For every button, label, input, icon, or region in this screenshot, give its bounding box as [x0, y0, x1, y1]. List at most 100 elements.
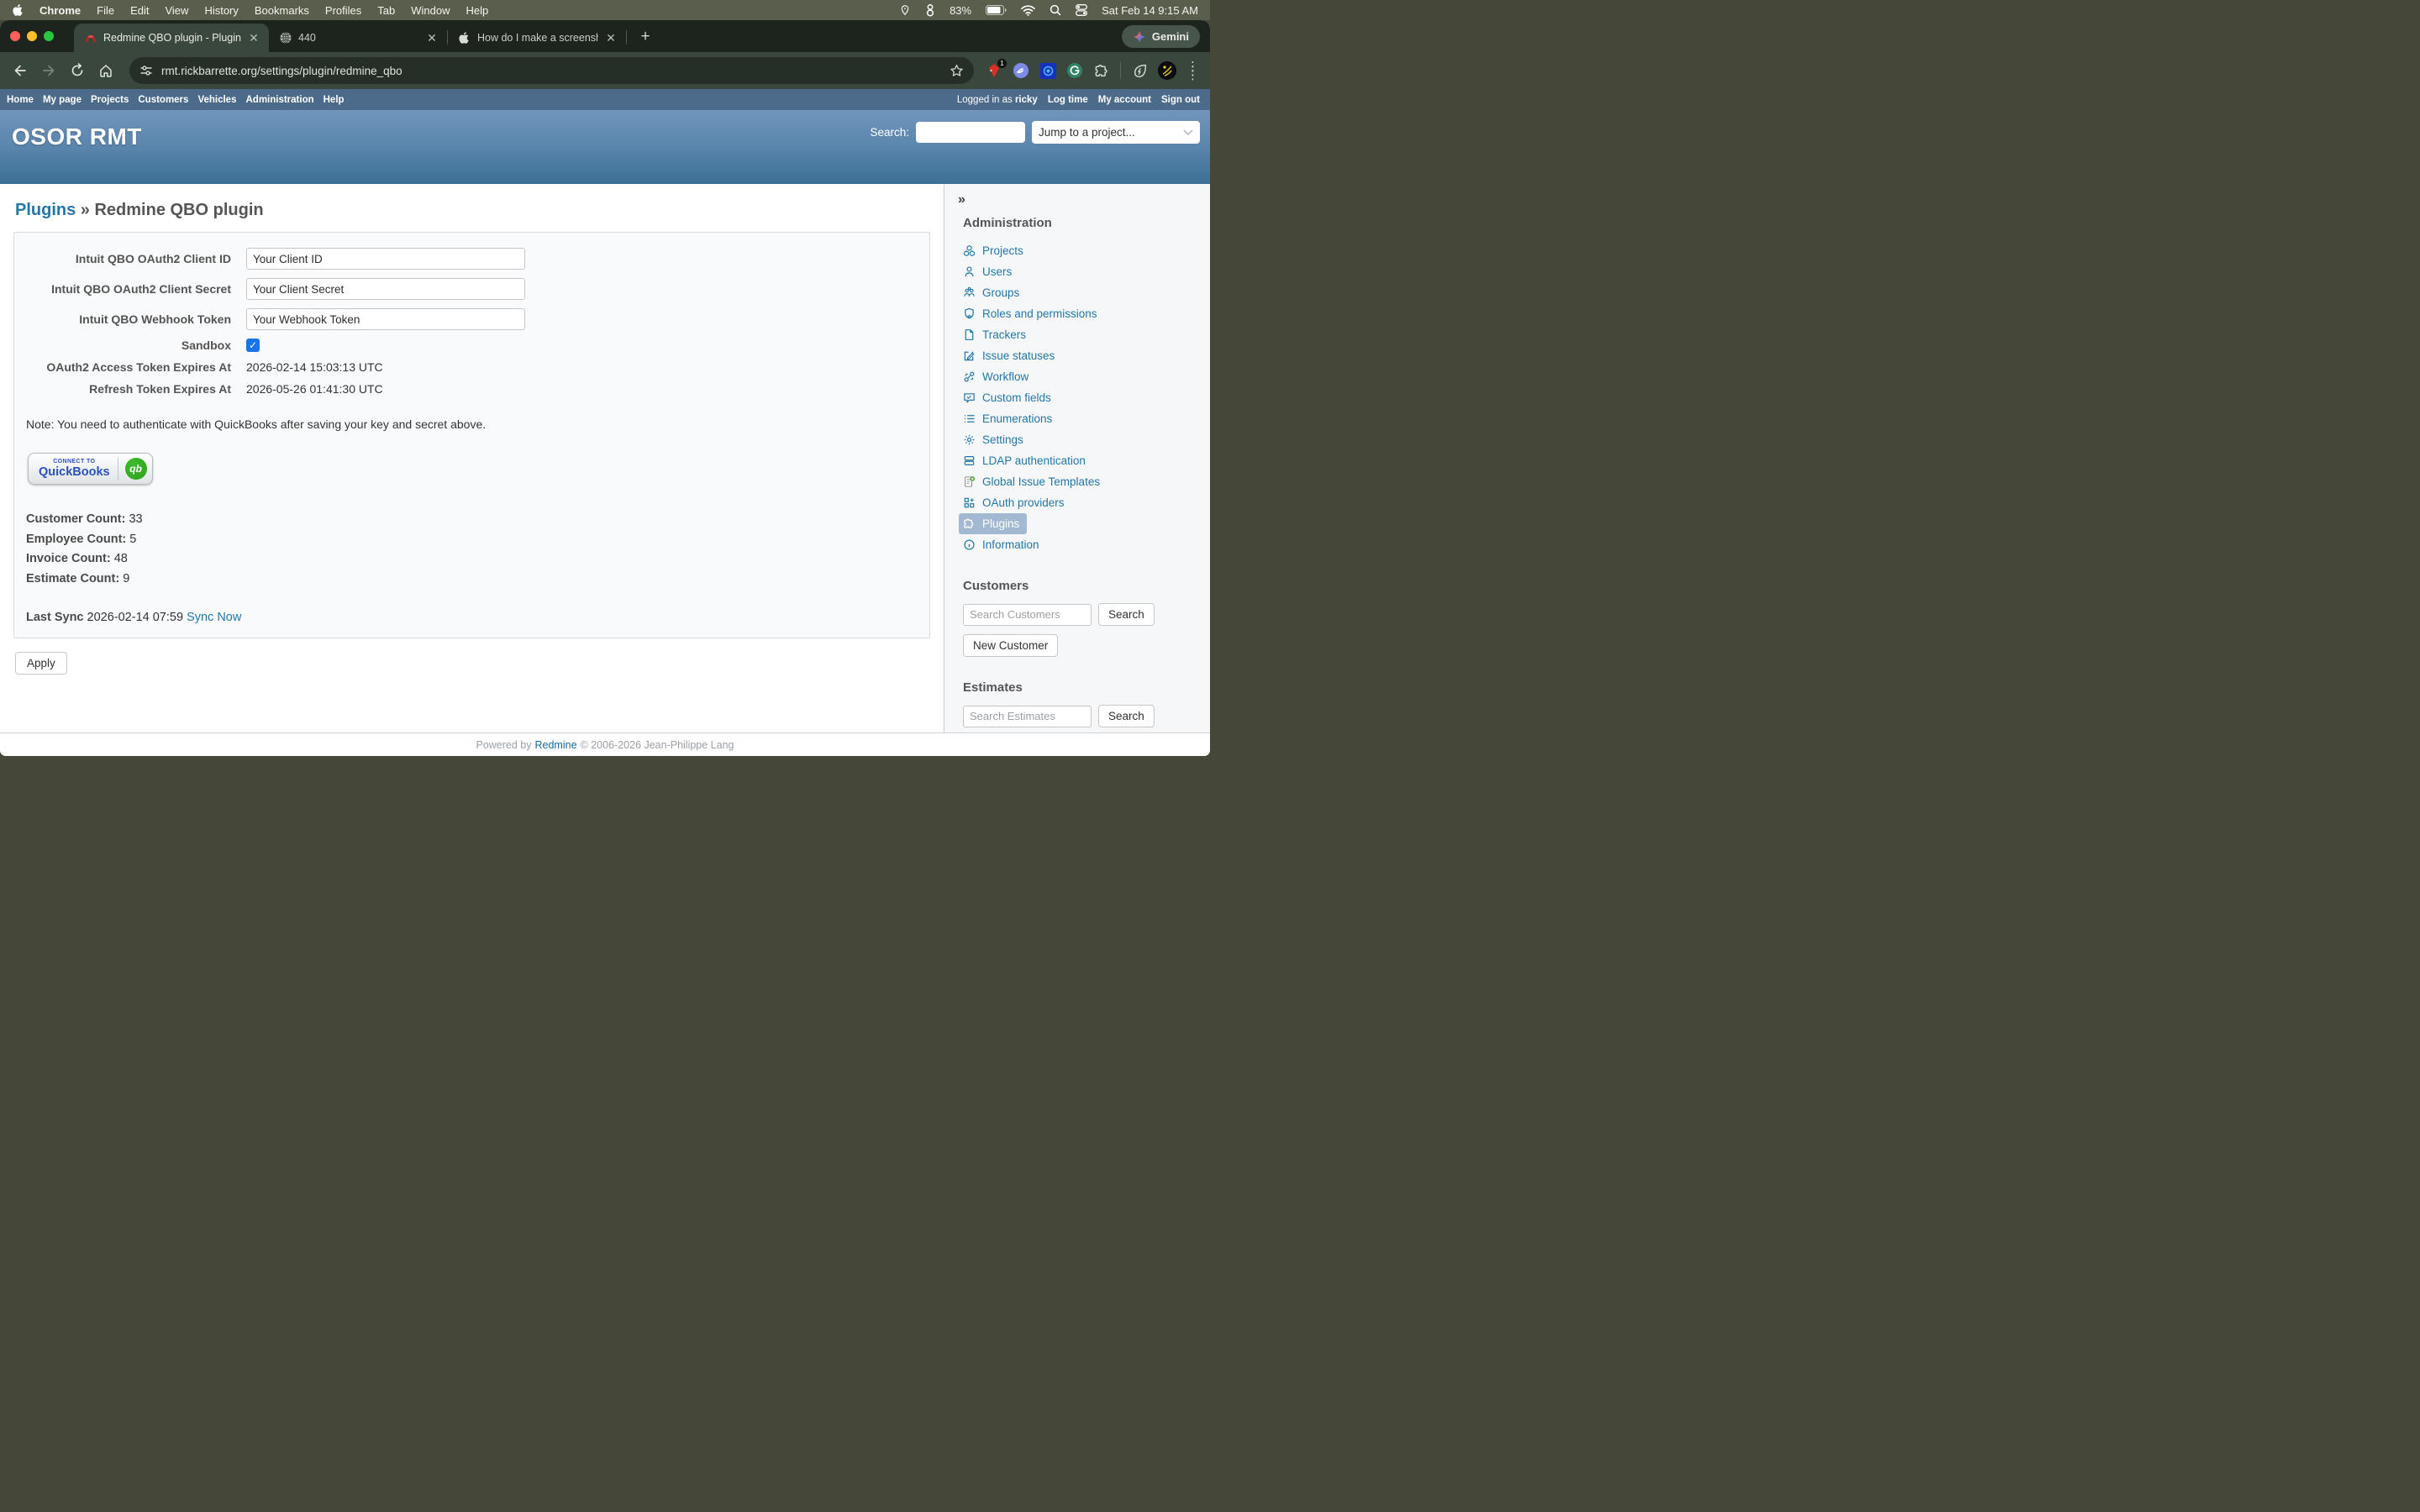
administration-heading: Administration — [963, 216, 1200, 230]
close-tab-icon[interactable]: ✕ — [425, 31, 439, 45]
search-customers-button[interactable]: Search — [1098, 603, 1155, 626]
battery-percent: 83% — [950, 4, 971, 17]
back-button[interactable] — [8, 59, 32, 82]
tab-redmine-qbo[interactable]: Redmine QBO plugin - Plugins ✕ — [74, 24, 269, 52]
menubar-item-edit[interactable]: Edit — [130, 4, 149, 17]
grammarly-extension-icon[interactable] — [1066, 62, 1083, 79]
sidebar-item-label: OAuth providers — [982, 496, 1065, 509]
zoom-window-button[interactable] — [44, 31, 54, 41]
sidebar-item-projects[interactable]: Projects — [963, 240, 1200, 261]
edit-icon — [963, 349, 976, 362]
sidebar-item-global-issue-templates[interactable]: Global Issue Templates — [963, 471, 1200, 492]
battery-icon — [986, 5, 1007, 15]
menubar-item-profiles[interactable]: Profiles — [325, 4, 361, 17]
sidebar-item-workflow[interactable]: Workflow — [963, 366, 1200, 387]
menubar-app-name[interactable]: Chrome — [39, 4, 81, 17]
header-search-input[interactable] — [916, 122, 1025, 143]
sync-now-link[interactable]: Sync Now — [187, 611, 241, 624]
menubar-item-file[interactable]: File — [97, 4, 114, 17]
close-tab-icon[interactable]: ✕ — [604, 31, 618, 45]
sidebar-item-label: Issue statuses — [982, 349, 1055, 362]
topmenu-vehicles[interactable]: Vehicles — [197, 95, 236, 105]
sidebar-item-trackers[interactable]: Trackers — [963, 324, 1200, 345]
sidebar-item-ldap[interactable]: LDAP authentication — [963, 450, 1200, 471]
menubar-item-history[interactable]: History — [204, 4, 238, 17]
topmenu-home[interactable]: Home — [7, 95, 34, 105]
menubar-item-bookmarks[interactable]: Bookmarks — [255, 4, 309, 17]
breadcrumb-plugins-link[interactable]: Plugins — [15, 201, 76, 219]
client-id-field[interactable] — [246, 248, 525, 270]
sidebar-item-plugins[interactable]: Plugins — [959, 513, 1027, 534]
sidebar-item-custom-fields[interactable]: Custom fields — [963, 387, 1200, 408]
menubar-item-tab[interactable]: Tab — [377, 4, 395, 17]
new-tab-button[interactable]: + — [635, 28, 655, 46]
redgem-extension-icon[interactable]: 1 — [986, 62, 1002, 79]
bookmark-star-icon[interactable] — [950, 64, 964, 78]
wifi-icon[interactable] — [1021, 5, 1035, 16]
menubar-item-window[interactable]: Window — [411, 4, 450, 17]
tab-screenshot-help[interactable]: How do I make a screenshot a ✕ — [448, 24, 626, 52]
energy-saver-icon[interactable] — [1131, 62, 1148, 79]
topmenu-projects[interactable]: Projects — [91, 95, 129, 105]
sandbox-checkbox[interactable]: ✓ — [246, 339, 260, 352]
client-secret-field[interactable] — [246, 278, 525, 300]
topmenu-my-account[interactable]: My account — [1098, 95, 1151, 105]
webhook-token-field[interactable] — [246, 308, 525, 330]
connect-to-quickbooks-button[interactable]: CONNECT TO QuickBooks qb — [28, 453, 153, 485]
extensions-puzzle-icon[interactable] — [1093, 62, 1110, 79]
sidebar-item-issue-statuses[interactable]: Issue statuses — [963, 345, 1200, 366]
page-title: Redmine QBO plugin — [94, 201, 263, 219]
figure8-app-icon[interactable] — [925, 3, 935, 17]
address-bar[interactable]: rmt.rickbarrette.org/settings/plugin/red… — [129, 57, 974, 84]
sidebar-item-information[interactable]: Information — [963, 534, 1200, 555]
redmine-link[interactable]: Redmine — [535, 739, 577, 751]
profile-avatar[interactable] — [1158, 61, 1176, 80]
collapse-sidebar-icon[interactable]: » — [958, 192, 1200, 207]
gemini-button[interactable]: Gemini — [1122, 25, 1200, 48]
apple-logo-icon[interactable] — [12, 3, 24, 17]
topmenu-help[interactable]: Help — [324, 95, 345, 105]
quickbooks-logo-icon: qb — [125, 458, 147, 480]
forward-button[interactable] — [37, 59, 60, 82]
menubar-item-help[interactable]: Help — [466, 4, 489, 17]
extensions-row: 1 ⋮⋮⋮ — [986, 61, 1202, 80]
project-jump-select[interactable]: Jump to a project... — [1032, 121, 1200, 144]
url-text[interactable]: rmt.rickbarrette.org/settings/plugin/red… — [161, 65, 941, 77]
new-customer-button[interactable]: New Customer — [963, 634, 1058, 657]
pin-app-icon[interactable] — [899, 4, 911, 17]
close-tab-icon[interactable]: ✕ — [247, 31, 260, 45]
minimize-window-button[interactable] — [27, 31, 37, 41]
purple-extension-icon[interactable] — [1013, 62, 1029, 79]
sidebar-item-roles[interactable]: Roles and permissions — [963, 303, 1200, 324]
apply-button[interactable]: Apply — [15, 652, 67, 675]
reload-button[interactable] — [66, 59, 89, 82]
sidebar-item-users[interactable]: Users — [963, 261, 1200, 282]
spotlight-search-icon[interactable] — [1050, 4, 1061, 16]
sidebar-item-groups[interactable]: Groups — [963, 282, 1200, 303]
sidebar-item-enumerations[interactable]: Enumerations — [963, 408, 1200, 429]
search-estimates-button[interactable]: Search — [1098, 705, 1155, 727]
menubar-item-view[interactable]: View — [165, 4, 188, 17]
project-jump-value: Jump to a project... — [1039, 126, 1135, 139]
workflow-icon — [963, 370, 976, 383]
users-icon — [963, 286, 976, 299]
redmine-favicon-icon — [84, 31, 97, 45]
topmenu-administration[interactable]: Administration — [245, 95, 313, 105]
topmenu-my-page[interactable]: My page — [43, 95, 82, 105]
topmenu-customers[interactable]: Customers — [138, 95, 188, 105]
close-window-button[interactable] — [10, 31, 20, 41]
tab-440[interactable]: 440 ✕ — [269, 24, 447, 52]
search-estimates-input[interactable] — [963, 706, 1092, 727]
tune-icon[interactable] — [139, 64, 153, 77]
sidebar-item-label: Information — [982, 538, 1039, 551]
topmenu-log-time[interactable]: Log time — [1048, 95, 1088, 105]
control-center-icon[interactable] — [1076, 4, 1087, 16]
search-customers-input[interactable] — [963, 604, 1092, 626]
chrome-menu-icon[interactable]: ⋮⋮⋮ — [1186, 65, 1198, 77]
menubar-clock[interactable]: Sat Feb 14 9:15 AM — [1102, 4, 1198, 17]
sidebar-item-settings[interactable]: Settings — [963, 429, 1200, 450]
sidebar-item-oauth-providers[interactable]: OAuth providers — [963, 492, 1200, 513]
home-button[interactable] — [94, 59, 118, 82]
topmenu-sign-out[interactable]: Sign out — [1161, 95, 1200, 105]
blue-at-extension-icon[interactable] — [1039, 62, 1056, 79]
